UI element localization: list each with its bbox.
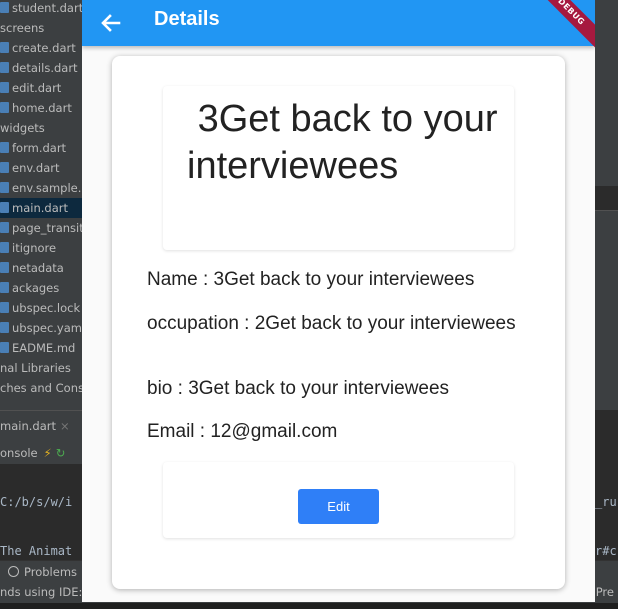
tree-item[interactable]: ubspec.lock: [0, 298, 80, 318]
tree-item-label: ubspec.lock: [12, 301, 81, 315]
tree-item[interactable]: home.dart: [0, 98, 72, 118]
tree-item[interactable]: create.dart: [0, 38, 76, 58]
file-icon: [0, 142, 9, 153]
edit-button[interactable]: Edit: [298, 489, 379, 524]
run-icon[interactable]: ↻: [56, 446, 66, 460]
tree-item[interactable]: details.dart: [0, 58, 78, 78]
name-field: Name : 3Get back to your interviewees: [147, 269, 475, 290]
console-line: r#c: [595, 544, 617, 558]
bio-field: bio : 3Get back to your interviewees: [147, 378, 450, 399]
heading-card: 3Get back to your interviewees: [163, 86, 514, 250]
tree-item[interactable]: itignore: [0, 238, 56, 258]
file-icon: [0, 202, 9, 213]
console-output: C:/b/s/w/i The Animat ==========: [0, 464, 82, 560]
tree-item-label: details.dart: [12, 61, 78, 75]
tree-item-label: home.dart: [12, 101, 72, 115]
tree-item-label: edit.dart: [12, 81, 62, 95]
tree-item-label: widgets: [0, 121, 45, 135]
tree-item-label: ubspec.yaml: [12, 321, 82, 335]
console-line: The Animat: [0, 544, 73, 558]
status-message: nds using IDE: k: [0, 585, 93, 599]
project-tree: student.dart screens create.dart details.da…: [0, 0, 82, 410]
tree-item-label: env.dart: [12, 161, 60, 175]
editor-tab-label: main.dart: [0, 419, 56, 433]
emulator-screen: Details DEBUG 3Get back to your intervie…: [82, 0, 595, 602]
editor-gutter-right: [595, 0, 618, 410]
tree-item[interactable]: netadata: [0, 258, 64, 278]
file-icon: [0, 162, 9, 173]
occupation-field: occupation : 2Get back to your interview…: [147, 313, 516, 334]
tree-item-label: page_transition: [12, 221, 82, 235]
tree-item[interactable]: env.dart: [0, 158, 60, 178]
debug-banner: DEBUG: [529, 0, 595, 54]
arrow-back-icon: [101, 14, 121, 32]
problems-icon: [8, 566, 19, 577]
tree-item-label: ackages: [12, 281, 60, 295]
close-icon[interactable]: ×: [60, 419, 70, 433]
file-icon: [0, 242, 9, 253]
tree-item[interactable]: ubspec.yaml: [0, 318, 82, 338]
actions-card: Edit: [163, 462, 514, 538]
file-icon: [0, 222, 9, 233]
tree-item-label: student.dart: [12, 1, 82, 15]
email-field: Email : 12@gmail.com: [147, 421, 338, 442]
file-icon: [0, 2, 9, 13]
console-output-right: _ru r#c ===: [595, 464, 618, 560]
tree-item-label: netadata: [12, 261, 64, 275]
tree-item[interactable]: ches and Conso: [0, 378, 82, 398]
file-icon: [0, 342, 9, 353]
file-icon: [0, 62, 9, 73]
console-line: C:/b/s/w/i: [0, 495, 73, 509]
app-bar: Details DEBUG: [82, 0, 595, 54]
file-icon: [0, 102, 9, 113]
file-icon: [0, 282, 9, 293]
back-button[interactable]: [94, 6, 128, 40]
tree-item[interactable]: screens: [0, 18, 44, 38]
tree-item-label: main.dart: [12, 201, 68, 215]
console-line: _ru: [595, 495, 617, 509]
tree-item-label: screens: [0, 21, 45, 35]
file-icon: [0, 322, 9, 333]
tree-item[interactable]: main.dart: [0, 198, 82, 218]
tree-item-label: itignore: [12, 241, 57, 255]
page-title: Details: [154, 8, 220, 30]
file-icon: [0, 182, 9, 193]
tree-item[interactable]: ackages: [0, 278, 59, 298]
console-label: onsole: [0, 446, 38, 460]
tree-item[interactable]: edit.dart: [0, 78, 61, 98]
console-toolbar: onsole ⚡ ↻: [0, 442, 82, 464]
tree-item-label: form.dart: [12, 141, 67, 155]
tree-item[interactable]: widgets: [0, 118, 45, 138]
tree-item[interactable]: page_transition: [0, 218, 82, 238]
tree-item-label: ches and Conso: [0, 381, 82, 395]
tree-item-label: env.sample.dart: [12, 181, 82, 195]
tree-item-label: create.dart: [12, 41, 76, 55]
tree-item-label: nal Libraries: [0, 361, 71, 375]
editor-tab-main[interactable]: main.dart ×: [0, 419, 70, 433]
tree-item[interactable]: form.dart: [0, 138, 66, 158]
hot-reload-icon[interactable]: ⚡: [44, 446, 52, 460]
tree-item[interactable]: nal Libraries: [0, 358, 71, 378]
file-icon: [0, 262, 9, 273]
details-card: 3Get back to your interviewees Name : 3G…: [112, 56, 565, 589]
student-heading: 3Get back to your interviewees: [187, 98, 509, 187]
tree-item-label: EADME.md: [12, 341, 76, 355]
editor-tabs: main.dart ×: [0, 410, 82, 443]
tree-item[interactable]: env.sample.dart: [0, 178, 82, 198]
tree-item[interactable]: EADME.md: [0, 338, 75, 358]
taskbar: [0, 603, 618, 609]
file-icon: [0, 82, 9, 93]
problems-tab[interactable]: Problems: [24, 565, 77, 579]
file-icon: [0, 42, 9, 53]
file-icon: [0, 302, 9, 313]
tree-item[interactable]: student.dart: [0, 0, 82, 18]
